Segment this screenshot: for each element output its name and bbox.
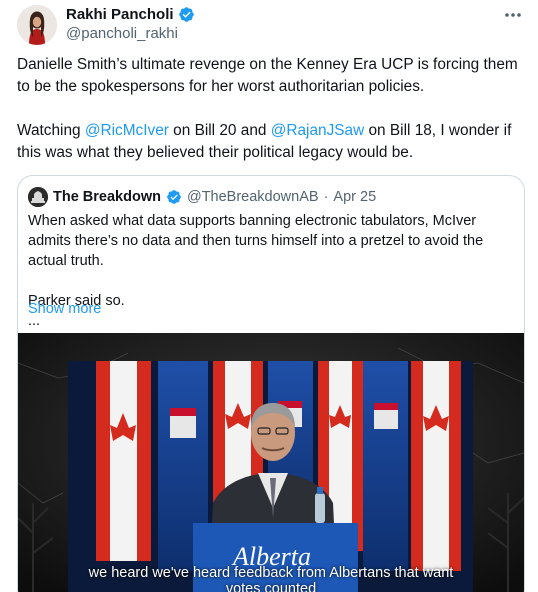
quoted-separator: · (323, 189, 329, 205)
quoted-author-handle[interactable]: @TheBreakdownAB (187, 189, 319, 205)
video-frame-illustration: Alberta (18, 333, 524, 592)
flag-alberta-3 (363, 361, 408, 571)
video-caption-line-1: we heard we've heard feedback from Alber… (88, 565, 454, 581)
tweet-text-middle: on Bill 20 and (168, 122, 271, 139)
tweet-paragraph-1: Danielle Smith’s ultimate revenge on the… (17, 56, 518, 95)
quoted-text-line-2: Parker said so. (28, 293, 125, 309)
quoted-tweet-card[interactable]: The Breakdown @TheBreakdownAB · Apr 25 W… (17, 175, 525, 592)
quoted-author-avatar[interactable] (28, 187, 48, 207)
show-more-link[interactable]: Show more (28, 301, 101, 317)
tweet-paragraph-2: Watching @RicMcIver on Bill 20 and @Raja… (17, 120, 527, 164)
author-handle[interactable]: @pancholi_rakhi (66, 25, 178, 42)
quoted-verified-badge-icon (167, 190, 181, 204)
quoted-timestamp[interactable]: Apr 25 (333, 189, 376, 205)
mention-link-rajanjsaw[interactable]: @RajanJSaw (271, 122, 364, 139)
more-options-icon[interactable] (502, 6, 524, 24)
video-caption-line-2: votes counted (225, 581, 317, 592)
author-name[interactable]: Rakhi Pancholi (66, 6, 195, 23)
verified-badge-icon (178, 7, 194, 22)
mention-link-ricmciver[interactable]: @RicMcIver (85, 122, 169, 139)
author-name-text[interactable]: Rakhi Pancholi (66, 6, 174, 23)
quoted-tweet-text: When asked what data supports banning el… (28, 211, 518, 331)
quoted-text-ellipsis: ... (28, 313, 41, 329)
quoted-author-name[interactable]: The Breakdown (53, 189, 161, 205)
quoted-media-video[interactable]: Alberta we heard we've heard feedback fr… (18, 333, 524, 592)
flag-canada-left (96, 361, 151, 561)
quoted-tweet-header: The Breakdown @TheBreakdownAB · Apr 25 (28, 187, 376, 207)
quoted-text-line-1: When asked what data supports banning el… (28, 213, 484, 269)
author-avatar[interactable] (17, 5, 57, 45)
tweet-text-prefix: Watching (17, 122, 85, 139)
flag-canada-far-right (411, 361, 461, 571)
tweet-text: Danielle Smith’s ultimate revenge on the… (17, 54, 527, 164)
